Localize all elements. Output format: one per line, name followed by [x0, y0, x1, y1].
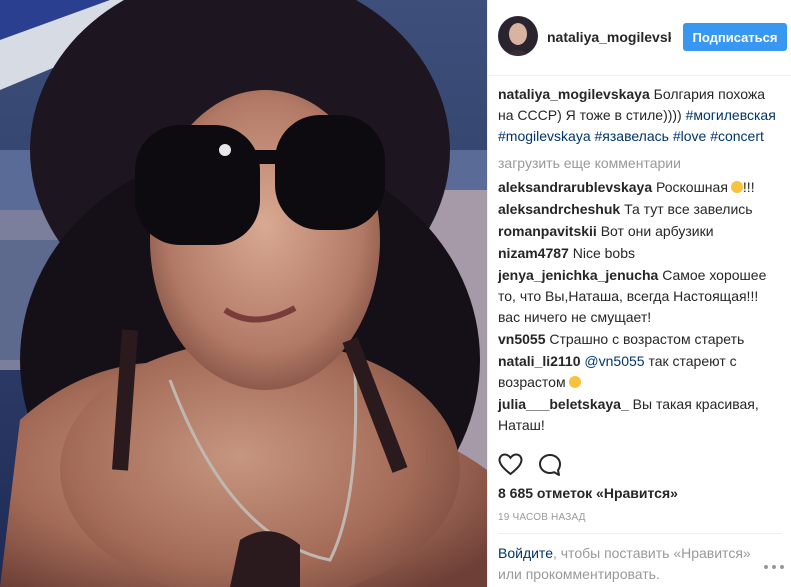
comment-text: Роскошная — [656, 179, 728, 195]
comment-icon[interactable] — [538, 453, 562, 477]
comment-username[interactable]: aleksandrcheshuk — [498, 201, 620, 217]
post-header: nataliya_mogilevskaya Подписаться — [488, 0, 791, 76]
post-timestamp: 19 ЧАСОВ НАЗАД — [498, 512, 586, 523]
comment-username[interactable]: julia___beletskaya_ — [498, 396, 629, 412]
caption-username[interactable]: nataliya_mogilevskaya — [498, 86, 650, 102]
hashtag[interactable]: #concert — [710, 128, 764, 144]
smile-emoji-icon — [730, 181, 743, 193]
comment-text: Вот они арбузики — [600, 223, 714, 239]
comment-mention[interactable]: @vn5055 — [584, 353, 644, 369]
header-username[interactable]: nataliya_mogilevskaya — [547, 29, 671, 45]
more-options-icon[interactable] — [763, 560, 785, 574]
comment-username[interactable]: aleksandrarublevskaya — [498, 179, 652, 195]
laugh-emoji-icon — [568, 376, 581, 388]
comment-username[interactable]: vn5055 — [498, 331, 545, 347]
comment-text-suffix: !!! — [742, 179, 755, 195]
comment-text: Nice bobs — [572, 245, 635, 261]
comments-list: nataliya_mogilevskaya Болгария похожа на… — [498, 84, 782, 437]
comment-username[interactable]: natali_li2110 — [498, 353, 581, 369]
hashtag[interactable]: #язавелась — [595, 128, 669, 144]
comment-item: aleksandrarublevskaya Роскошная!!! — [498, 177, 782, 198]
comment-item: romanpavitskii Вот они арбузики — [498, 221, 782, 242]
follow-button[interactable]: Подписаться — [683, 23, 787, 51]
likes-count[interactable]: 8 685 отметок «Нравится» — [498, 485, 678, 501]
comment-username[interactable]: jenya_jenichka_jenucha — [498, 267, 658, 283]
photo-image — [0, 0, 487, 587]
hashtag[interactable]: #mogilevskaya — [498, 128, 591, 144]
comment-text: Страшно с возрастом стареть — [549, 331, 745, 347]
login-link[interactable]: Войдите — [498, 545, 553, 561]
post-photo[interactable] — [0, 0, 487, 587]
comment-item: julia___beletskaya_ Вы такая красивая, Н… — [498, 394, 782, 436]
load-more-comments-link[interactable]: загрузить еще комментарии — [498, 153, 782, 174]
comment-username[interactable]: nizam4787 — [498, 245, 569, 261]
divider — [498, 533, 782, 534]
avatar[interactable] — [498, 16, 538, 56]
comment-text: Та тут все завелись — [624, 201, 753, 217]
comment-item: vn5055 Страшно с возрастом стареть — [498, 329, 782, 350]
comment-item: natali_li2110 @vn5055 так стареют с возр… — [498, 351, 782, 393]
comment-item: nizam4787 Nice bobs — [498, 243, 782, 264]
caption: nataliya_mogilevskaya Болгария похожа на… — [498, 84, 782, 147]
hashtag[interactable]: #love — [673, 128, 706, 144]
login-prompt: Войдите, чтобы поставить «Нравится» или … — [498, 543, 758, 585]
heart-icon[interactable] — [498, 453, 523, 476]
hashtag[interactable]: #могилевская — [686, 107, 776, 123]
avatar-image — [498, 16, 538, 56]
comment-item: aleksandrcheshuk Та тут все завелись — [498, 199, 782, 220]
comment-item: jenya_jenichka_jenucha Самое хорошее то,… — [498, 265, 782, 328]
post-sidebar: nataliya_mogilevskaya Подписаться natali… — [487, 0, 791, 587]
comment-username[interactable]: romanpavitskii — [498, 223, 597, 239]
